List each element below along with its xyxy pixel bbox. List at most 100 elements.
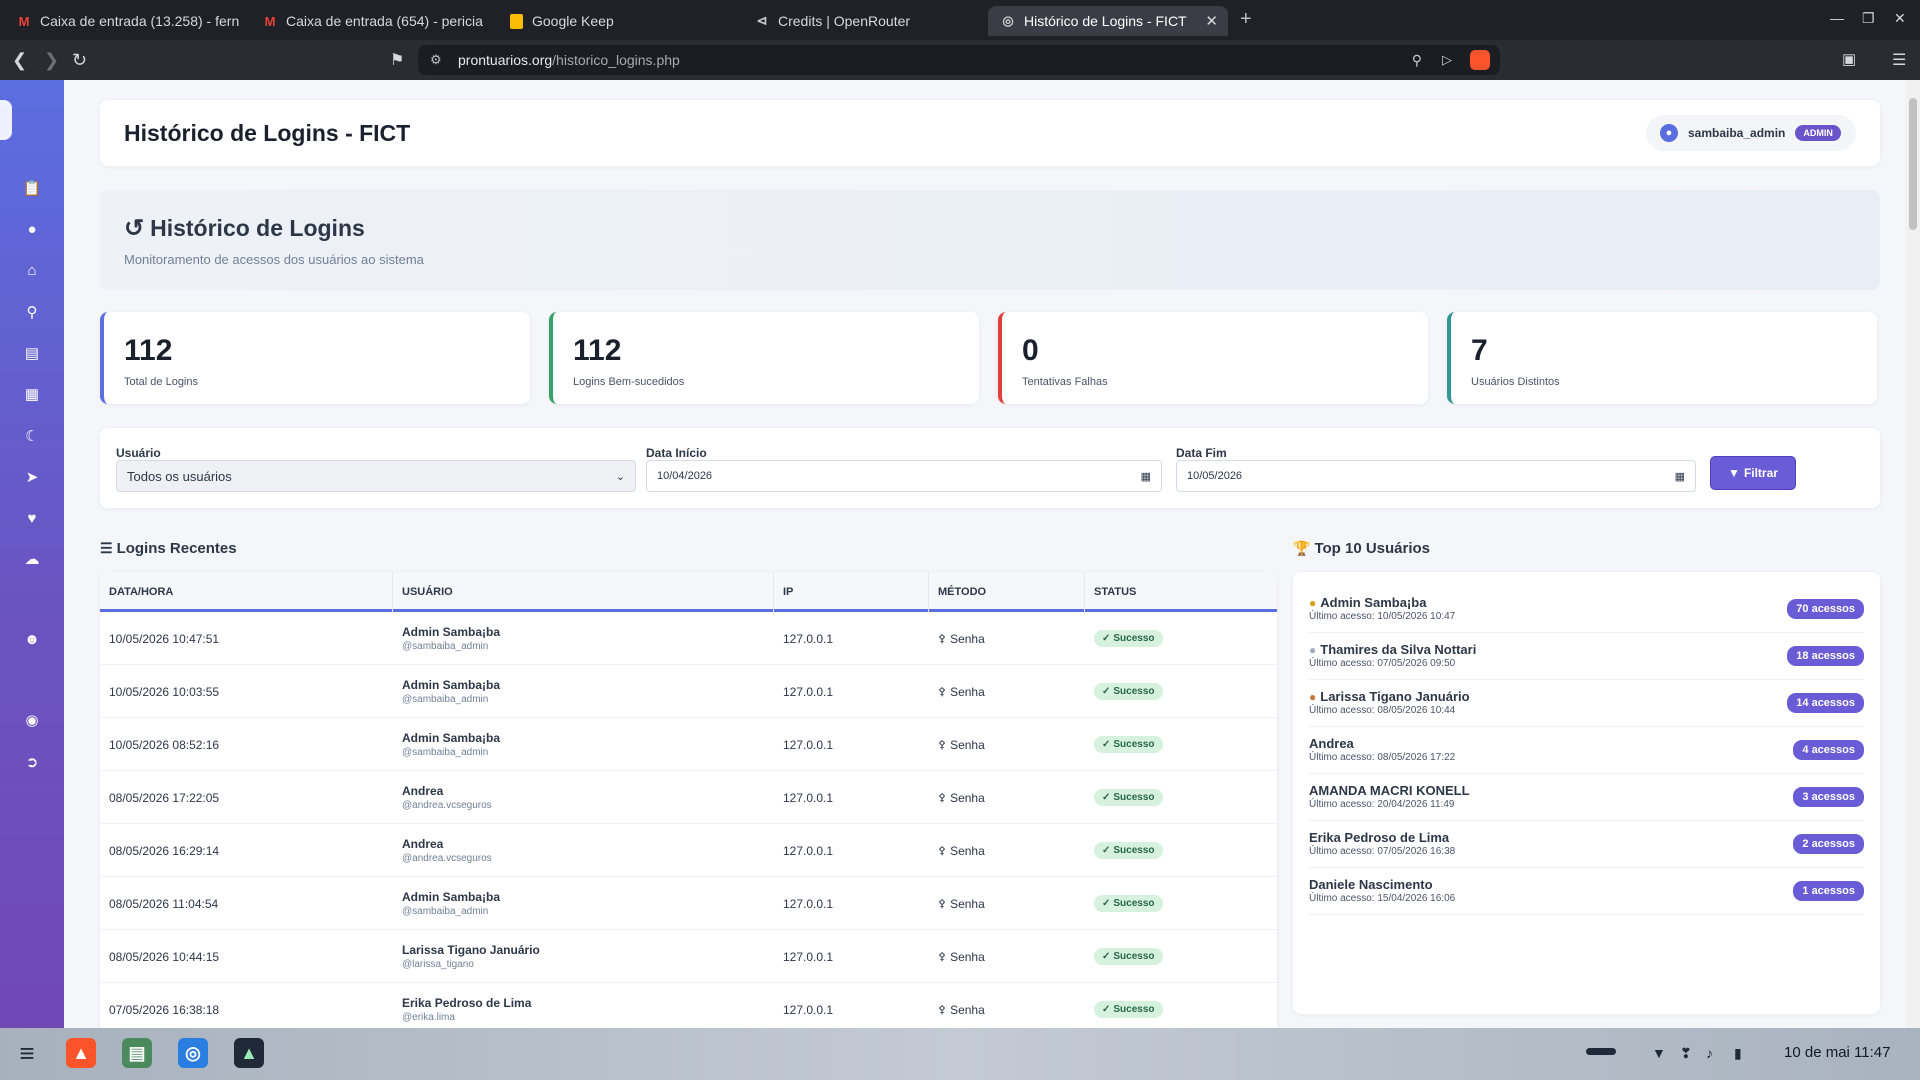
top-user-item[interactable]: Andrea Último acesso: 08/05/2026 17:22 4 a… bbox=[1309, 727, 1864, 774]
cell-user: Admin Samba¡ba @sambaiba_admin bbox=[393, 665, 774, 718]
user-name: Erika Pedroso de Lima bbox=[402, 996, 532, 1010]
building-icon[interactable]: ▦ bbox=[12, 380, 52, 408]
cell-datetime: 08/05/2026 11:04:54 bbox=[109, 896, 219, 911]
browser-tab[interactable]: M Caixa de entrada (654) - pericia bbox=[250, 6, 486, 36]
stat-label: Total de Logins bbox=[124, 376, 198, 388]
cloud-upload-icon[interactable]: ☁ bbox=[12, 545, 52, 573]
user-handle: @andrea.vcseguros bbox=[402, 853, 492, 864]
check-icon: ✓ bbox=[1102, 1004, 1111, 1015]
cell-ip: 127.0.0.1 bbox=[783, 896, 834, 911]
browser-tab-active[interactable]: ◎ Histórico de Logins - FICT ✕ bbox=[988, 6, 1228, 36]
end-date-input[interactable]: 10/05/2026 ▦ bbox=[1176, 460, 1696, 492]
account-icon[interactable]: ◉ bbox=[12, 706, 52, 734]
brave-shield-icon[interactable] bbox=[1470, 50, 1490, 70]
restore-icon[interactable]: ❐ bbox=[1862, 10, 1875, 27]
close-tab-icon[interactable]: ✕ bbox=[1205, 12, 1218, 30]
cell-method: ⚴ Senha bbox=[938, 631, 985, 646]
address-bar[interactable]: ⚙ prontuarios.org/historico_logins.php ⚲… bbox=[418, 45, 1500, 75]
filter-button[interactable]: ▼ Filtrar bbox=[1710, 456, 1796, 490]
zorin-menu-icon[interactable]: ≡ bbox=[12, 1038, 42, 1068]
cell-ip: 127.0.0.1 bbox=[783, 1002, 834, 1017]
browser-tab[interactable]: M Caixa de entrada (13.258) - fern bbox=[4, 6, 240, 36]
calendar-icon[interactable]: ▦ bbox=[1675, 470, 1685, 483]
site-info-icon[interactable]: ⚙ bbox=[430, 52, 442, 68]
key-icon: ⚴ bbox=[938, 898, 947, 910]
user-handle: @sambaiba_admin bbox=[402, 747, 489, 758]
cell-method: ⚴ Senha bbox=[938, 737, 985, 752]
stat-value: 7 bbox=[1471, 334, 1488, 367]
screenshot-icon[interactable]: ▣ bbox=[1842, 50, 1856, 68]
sidebar-active-indicator bbox=[0, 100, 12, 140]
battery-icon[interactable]: ▮ bbox=[1734, 1045, 1742, 1062]
globe-icon: ◎ bbox=[1002, 13, 1014, 28]
table-row: 10/05/2026 10:03:55 Admin Samba¡ba @sambai… bbox=[100, 665, 1277, 718]
stat-card: 0 Tentativas Falhas bbox=[998, 312, 1428, 404]
file-icon[interactable]: ▤ bbox=[12, 339, 52, 367]
user-select[interactable]: Todos os usuários ⌄ bbox=[116, 460, 636, 492]
cell-datetime: 10/05/2026 08:52:16 bbox=[109, 737, 220, 752]
stat-value: 112 bbox=[124, 334, 173, 367]
workspace-indicator-icon[interactable] bbox=[1586, 1048, 1616, 1055]
top-user-last-access: Último acesso: 15/04/2026 16:06 bbox=[1309, 893, 1456, 904]
logout-icon[interactable]: ➲ bbox=[12, 748, 52, 776]
top-user-item[interactable]: ● Admin Samba¡ba Último acesso: 10/05/2026… bbox=[1309, 586, 1864, 633]
close-window-icon[interactable]: ✕ bbox=[1894, 10, 1906, 27]
column-header[interactable]: MÉTODO bbox=[929, 572, 1085, 612]
zoom-icon[interactable]: ⚲ bbox=[1412, 52, 1422, 69]
browser-tab[interactable]: Google Keep bbox=[496, 6, 732, 36]
url-text[interactable]: prontuarios.org/historico_logins.php bbox=[458, 52, 680, 68]
column-header[interactable]: STATUS bbox=[1085, 572, 1277, 612]
clipboard-icon[interactable]: 📋 bbox=[12, 174, 52, 202]
check-icon: ✓ bbox=[1102, 951, 1111, 962]
top-user-item[interactable]: ● Thamires da Silva Nottari Último acesso:… bbox=[1309, 633, 1864, 680]
user-menu[interactable]: ● sambaiba_admin ADMIN bbox=[1646, 115, 1856, 151]
browser-tab[interactable]: ⊲ Credits | OpenRouter bbox=[742, 6, 978, 36]
column-header[interactable]: USUÁRIO bbox=[393, 572, 774, 612]
gmail-icon: M bbox=[264, 13, 276, 29]
access-count-badge: 70 acessos bbox=[1787, 599, 1864, 619]
send-icon[interactable]: ▷ bbox=[1442, 52, 1452, 68]
forward-icon[interactable]: ❯ bbox=[44, 50, 59, 71]
menu-icon[interactable]: ☰ bbox=[1892, 50, 1906, 70]
software-store-icon[interactable]: ◎ bbox=[178, 1038, 208, 1068]
search-icon[interactable]: ⚲ bbox=[12, 298, 52, 326]
file-export-icon[interactable]: ➤ bbox=[12, 463, 52, 491]
cell-datetime: 08/05/2026 16:29:14 bbox=[109, 843, 220, 858]
heartbeat-icon[interactable]: ♥ bbox=[12, 504, 52, 532]
calendar-icon[interactable]: ▦ bbox=[1141, 470, 1151, 483]
top-user-item[interactable]: Daniele Nascimento Último acesso: 15/04/2… bbox=[1309, 868, 1864, 915]
column-header[interactable]: DATA/HORA bbox=[100, 572, 393, 612]
home-icon[interactable]: ⌂ bbox=[12, 256, 52, 284]
files-icon[interactable]: ▤ bbox=[122, 1038, 152, 1068]
table-row: 08/05/2026 17:22:05 Andrea @andrea.vcsegur… bbox=[100, 771, 1277, 824]
hearing-icon[interactable]: ☾ bbox=[12, 422, 52, 450]
users-icon[interactable]: ☻ bbox=[12, 625, 52, 653]
back-icon[interactable]: ❮ bbox=[12, 50, 27, 71]
column-header[interactable]: IP bbox=[774, 572, 929, 612]
check-icon: ✓ bbox=[1102, 633, 1111, 644]
status-badge: ✓ Sucesso bbox=[1094, 683, 1163, 700]
top-user-item[interactable]: Erika Pedroso de Lima Último acesso: 07/0… bbox=[1309, 821, 1864, 868]
user-icon[interactable]: ● bbox=[12, 215, 52, 243]
minimize-icon[interactable]: — bbox=[1830, 10, 1844, 26]
top-user-item[interactable]: AMANDA MACRI KONELL Último acesso: 20/04/… bbox=[1309, 774, 1864, 821]
terminal-app-icon[interactable]: ▲ bbox=[234, 1038, 264, 1068]
new-tab-icon[interactable]: + bbox=[1240, 8, 1252, 31]
reload-icon[interactable]: ↻ bbox=[72, 50, 87, 71]
clock[interactable]: 10 de mai 11:47 bbox=[1784, 1044, 1890, 1061]
wifi-icon[interactable]: ▼ bbox=[1652, 1045, 1666, 1061]
top-user-item[interactable]: ● Larissa Tigano Januário Último acesso: 0… bbox=[1309, 680, 1864, 727]
start-date-input[interactable]: 10/04/2026 ▦ bbox=[646, 460, 1162, 492]
cell-datetime: 10/05/2026 10:03:55 bbox=[109, 684, 220, 699]
page-scrollbar[interactable] bbox=[1906, 80, 1920, 1028]
cell-datetime: 08/05/2026 10:44:15 bbox=[109, 949, 220, 964]
scrollbar-thumb[interactable] bbox=[1909, 98, 1917, 230]
openrouter-icon: ⊲ bbox=[756, 13, 768, 28]
bluetooth-icon[interactable]: ❣ bbox=[1680, 1045, 1692, 1062]
bookmark-icon[interactable]: ⚑ bbox=[390, 50, 404, 70]
keep-icon bbox=[508, 13, 524, 29]
top-user-last-access: Último acesso: 10/05/2026 10:47 bbox=[1309, 611, 1456, 622]
volume-icon[interactable]: ♪ bbox=[1706, 1045, 1713, 1061]
brave-browser-icon[interactable]: ▲ bbox=[66, 1038, 96, 1068]
chevron-down-icon: ⌄ bbox=[615, 470, 625, 483]
